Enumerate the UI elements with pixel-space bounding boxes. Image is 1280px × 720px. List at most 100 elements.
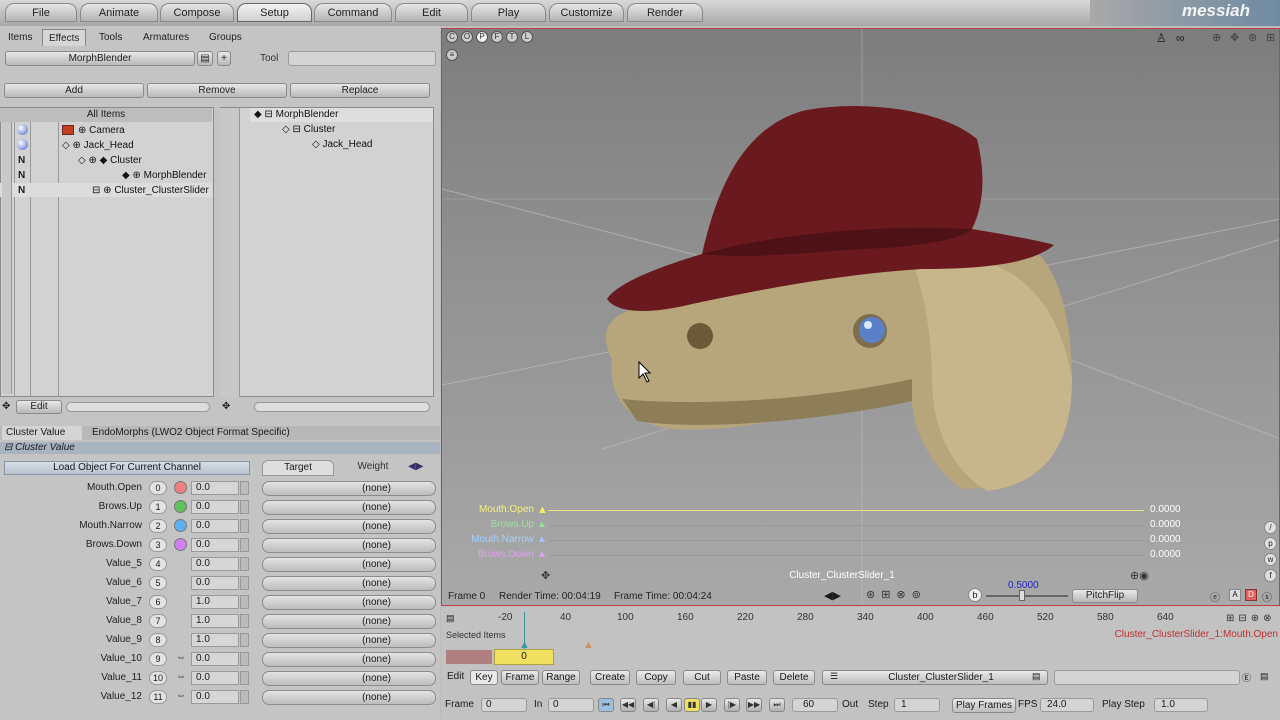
tab-target[interactable]: Target [262,460,334,476]
effect-tree-item-cluster[interactable]: ◇ ⊟ Cluster [282,124,335,135]
channel-value-field[interactable]: 0.0 [191,652,239,666]
menu-tab-file[interactable]: File [5,3,77,22]
channel-spinner[interactable] [240,633,249,647]
prev-key-icon[interactable]: ◀◀ [620,698,636,712]
tree-scrollbar[interactable] [2,122,12,394]
in-field[interactable]: 0 [548,698,594,712]
replace-button[interactable]: Replace [290,83,430,98]
slider-marker-icon[interactable]: ▲ [537,519,547,530]
channel-index[interactable]: 9 [149,652,167,666]
timeline-menu-icon[interactable]: ▤ [446,613,455,624]
channel-index[interactable]: 8 [149,633,167,647]
overlay-options-icon[interactable]: ⊕◉ [1130,569,1149,582]
status-e-icon[interactable]: ⓔ [1210,589,1220,604]
status-a-icon[interactable]: A [1229,589,1241,601]
delete-key-button[interactable]: Delete [773,670,815,685]
channel-index[interactable]: 0 [149,481,167,495]
tab-weight[interactable]: Weight [338,460,408,476]
play-icon[interactable]: ▶ [701,698,717,712]
channel-index[interactable]: 2 [149,519,167,533]
channel-spinner[interactable] [240,557,249,571]
pan-icon[interactable]: ✥ [1230,31,1239,44]
blend-slider-handle[interactable] [1019,590,1025,601]
frame-button[interactable]: Frame [501,670,539,685]
effect-tree-hscrollbar[interactable] [254,402,430,412]
direction-arrows-icon[interactable]: ◀▶ [824,589,841,602]
menu-tab-play[interactable]: Play [471,3,546,22]
step-forward-icon[interactable]: |▶ [724,698,740,712]
effect-selector[interactable]: MorphBlender [5,51,195,66]
paste-key-button[interactable]: Paste [727,670,767,685]
next-key-icon[interactable]: ▶▶ [746,698,762,712]
channel-index[interactable]: 3 [149,538,167,552]
effect-tree-scrollbar[interactable] [220,108,240,397]
render-mode-icons[interactable]: ⊛⊞⊗⊚ [866,588,927,601]
channel-value-field[interactable]: 0.0 [191,671,239,685]
overlay-slider-track[interactable] [548,555,1144,556]
channel-target-button[interactable]: (none) [262,614,436,629]
menu-tab-command[interactable]: Command [314,3,392,22]
figure-icon[interactable]: ♙ [1156,31,1167,45]
channel-target-button[interactable]: (none) [262,481,436,496]
channel-value-field[interactable]: 0.0 [191,519,239,533]
slider-marker-icon[interactable]: ▲ [537,549,547,560]
overlay-slider-track[interactable] [548,540,1144,541]
subtab-armatures[interactable]: Armatures [137,29,195,46]
maximize-icon[interactable]: ⊞ [1266,31,1275,44]
channel-color-dot[interactable] [174,481,187,494]
channel-index[interactable]: 11 [149,690,167,704]
side-tool-icon[interactable]: p [1264,537,1277,550]
head-visibility-icon[interactable] [17,139,28,150]
camera-visibility-icon[interactable] [17,124,28,135]
go-end-icon[interactable]: ⏭ [769,698,785,712]
end-marker-icon[interactable]: ▲ [583,639,594,651]
flag-n[interactable]: N [18,185,25,196]
channel-value-field[interactable]: 0.0 [191,538,239,552]
channel-spinner[interactable] [240,595,249,609]
channel-value-field[interactable]: 0.0 [191,481,239,495]
channel-value-field[interactable]: 1.0 [191,614,239,628]
channel-spinner[interactable] [240,481,249,495]
side-tool-icon[interactable]: / [1264,521,1277,534]
tab-scroll-arrows[interactable]: ◀▶ [408,461,423,472]
pitchflip-button[interactable]: PitchFlip [1072,589,1138,603]
pause-icon[interactable]: ▮▮ [684,698,700,712]
channel-target-button[interactable]: (none) [262,519,436,534]
subtab-items[interactable]: Items [2,29,38,46]
frame-field[interactable]: 0 [481,698,527,712]
channel-index[interactable]: 7 [149,614,167,628]
step-back-icon[interactable]: ◀| [643,698,659,712]
current-frame-box[interactable]: 0 [494,649,554,665]
key-channel-selector[interactable]: Cluster_ClusterSlider_1 [822,670,1048,685]
tree-item-morphblender[interactable]: ◆ ⊕ MorphBlender [122,170,212,181]
menu-tab-render[interactable]: Render [627,3,703,22]
effect-menu-button[interactable]: ▤ [197,51,213,66]
add-button[interactable]: Add [4,83,144,98]
overlay-move-icon[interactable]: ✥ [541,569,550,582]
key-button[interactable]: Key [470,670,498,685]
create-key-button[interactable]: Create [590,670,630,685]
channel-target-button[interactable]: (none) [262,538,436,553]
timeline-tool-icons[interactable]: ⊞⊟⊕⊗ [1226,613,1276,624]
flag-n[interactable]: N [18,170,25,181]
menu-tab-compose[interactable]: Compose [160,3,234,22]
effect-add-plus-button[interactable]: + [217,51,231,66]
channel-color-dot[interactable] [174,519,187,532]
blend-slider-track[interactable] [986,595,1068,597]
overlay-slider-track[interactable] [548,525,1144,526]
b-toggle-button[interactable]: b [968,588,982,602]
subtab-effects[interactable]: Effects [42,29,87,46]
viewport-left-button[interactable]: L [521,31,533,43]
viewport-top-button[interactable]: T [506,31,518,43]
channel-index[interactable]: 4 [149,557,167,571]
go-start-icon[interactable]: ⏮ [598,698,614,712]
tool-field[interactable] [288,51,436,66]
channel-value-field[interactable]: 0.0 [191,576,239,590]
step-field[interactable]: 1 [894,698,940,712]
slider-marker-icon[interactable]: ▲ [537,534,547,545]
channel-value-field[interactable]: 1.0 [191,595,239,609]
channel-target-button[interactable]: (none) [262,557,436,572]
viewport-menu-icon[interactable]: ≡ [446,49,458,61]
range-button[interactable]: Range [542,670,580,685]
play-reverse-icon[interactable]: ◀ [666,698,682,712]
